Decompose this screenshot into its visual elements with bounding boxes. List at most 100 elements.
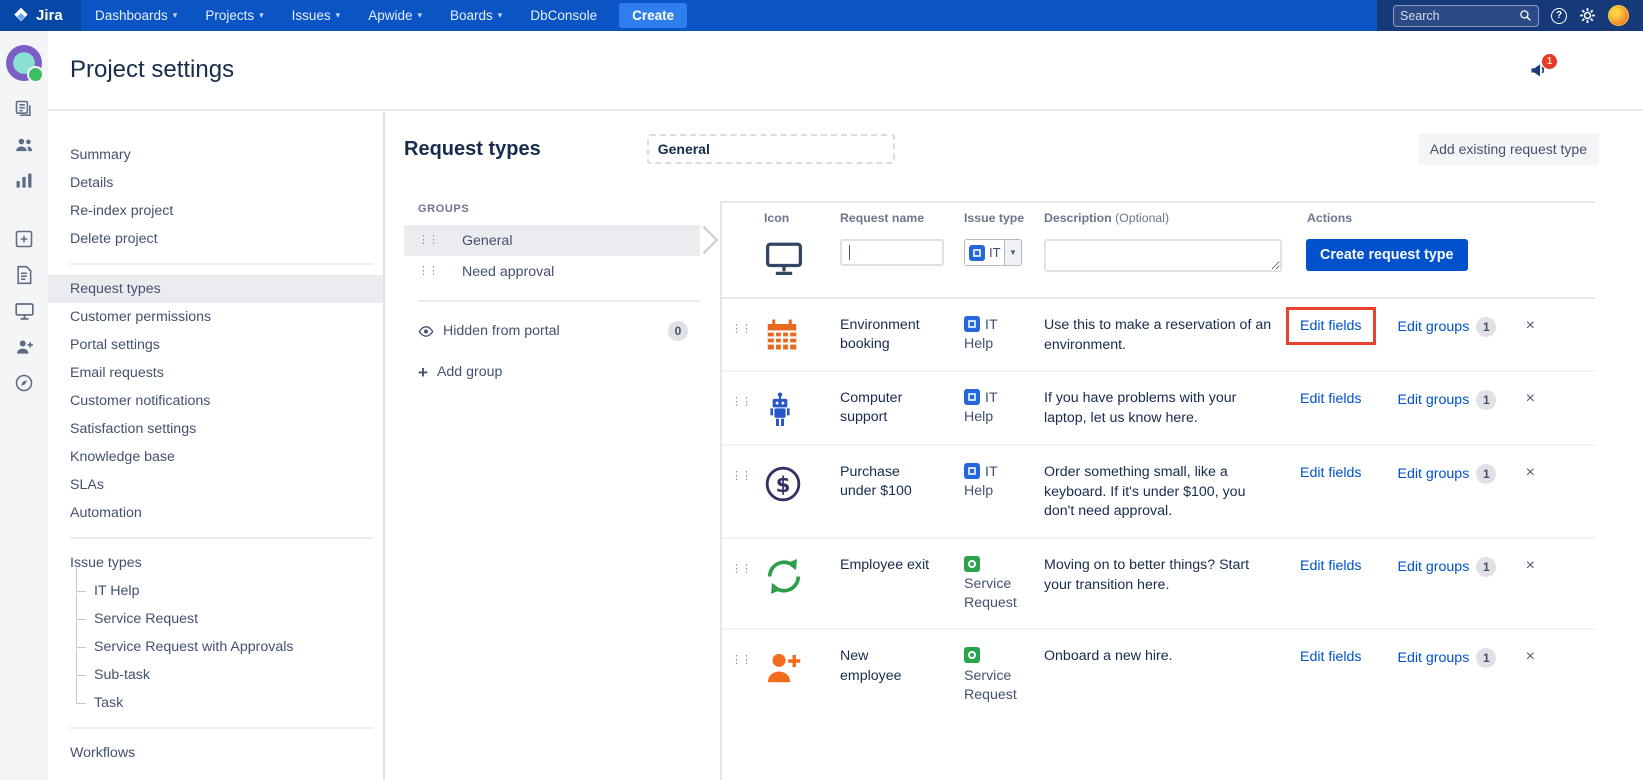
select-caret-button[interactable]: ▼ [1004, 240, 1021, 265]
sidebar-item-satisfaction-settings[interactable]: Satisfaction settings [48, 415, 383, 443]
notification-badge: 1 [1542, 54, 1557, 69]
drag-handle-icon[interactable] [731, 564, 752, 575]
reports-icon[interactable] [14, 171, 34, 191]
remove-request-type-button[interactable]: × [1526, 557, 1535, 574]
request-description: Order something small, like a keyboard. … [1044, 463, 1300, 522]
drag-handle-icon[interactable] [418, 235, 438, 246]
svg-text:$: $ [776, 473, 791, 498]
col-header-issue-type: Issue type [964, 211, 1044, 225]
jira-logo-text: Jira [36, 7, 63, 24]
nav-boards[interactable]: Boards▾ [436, 0, 516, 31]
chevron-down-icon: ▾ [498, 10, 503, 21]
sidebar-item-workflows[interactable]: Workflows [48, 739, 383, 767]
edit-fields-link[interactable]: Edit fields [1300, 465, 1362, 481]
add-group-button[interactable]: Add group [404, 358, 720, 386]
group-item-need-approval[interactable]: Need approval [404, 256, 700, 287]
knowledge-base-icon[interactable] [15, 265, 33, 285]
request-description: Onboard a new hire. [1044, 647, 1300, 667]
edit-groups-link[interactable]: Edit groups [1398, 559, 1470, 575]
gear-icon[interactable] [1579, 7, 1596, 24]
sidebar-item-details[interactable]: Details [48, 169, 383, 197]
sidebar-item-customer-notifications[interactable]: Customer notifications [48, 387, 383, 415]
sidebar-item-summary[interactable]: Summary [48, 141, 383, 169]
remove-request-type-button[interactable]: × [1526, 464, 1535, 481]
search-box[interactable] [1393, 5, 1539, 27]
col-header-icon: Icon [752, 211, 840, 225]
compass-icon[interactable] [14, 373, 34, 393]
groups-count-badge: 1 [1476, 557, 1496, 577]
edit-groups-link[interactable]: Edit groups [1398, 650, 1470, 666]
raise-request-icon[interactable] [14, 229, 34, 249]
invite-team-icon[interactable] [14, 337, 35, 357]
calendar-icon [764, 318, 840, 354]
queues-icon[interactable] [14, 99, 34, 119]
issue-type-select[interactable]: IT Help ▼ [964, 239, 1022, 266]
sidebar-item-task[interactable]: Task [48, 689, 383, 717]
edit-groups-link[interactable]: Edit groups [1398, 466, 1470, 482]
edit-fields-link[interactable]: Edit fields [1300, 649, 1362, 665]
chevron-down-icon: ▾ [417, 10, 422, 21]
drag-handle-icon[interactable] [731, 324, 752, 335]
nav-projects[interactable]: Projects▾ [191, 0, 277, 31]
drag-handle-icon[interactable] [731, 397, 752, 408]
sidebar-item-service-request[interactable]: Service Request [48, 605, 383, 633]
chevron-down-icon: ▾ [259, 10, 264, 21]
sidebar-item-portal-settings[interactable]: Portal settings [48, 331, 383, 359]
remove-request-type-button[interactable]: × [1526, 390, 1535, 407]
drag-handle-icon[interactable] [731, 471, 752, 482]
edit-groups-link[interactable]: Edit groups [1398, 319, 1470, 335]
nav-dashboards[interactable]: Dashboards▾ [81, 0, 191, 31]
issue-type: Service Request [964, 647, 1044, 705]
sidebar-item-delete-project[interactable]: Delete project [48, 225, 383, 253]
user-avatar[interactable] [1608, 5, 1629, 26]
create-request-type-button[interactable]: Create request type [1306, 239, 1468, 271]
issue-type: IT Help [964, 389, 1044, 427]
monitor-request-icon[interactable] [764, 241, 840, 277]
request-name: New employee [840, 647, 964, 685]
edit-fields-link[interactable]: Edit fields [1300, 558, 1362, 574]
drag-handle-icon[interactable] [418, 266, 438, 277]
chevron-down-icon: ▾ [173, 10, 178, 21]
sidebar-item-reindex-project[interactable]: Re-index project [48, 197, 383, 225]
sidebar-item-service-request-with-approvals[interactable]: Service Request with Approvals [48, 633, 383, 661]
top-navbar: Jira Dashboards▾ Projects▾ Issues▾ Apwid… [0, 0, 1643, 31]
remove-request-type-button[interactable]: × [1526, 648, 1535, 665]
customers-icon[interactable] [14, 135, 35, 155]
customer-channels-icon[interactable] [14, 301, 35, 321]
remove-request-type-button[interactable]: × [1526, 317, 1535, 334]
sidebar-item-sub-task[interactable]: Sub-task [48, 661, 383, 689]
group-item-general[interactable]: General [404, 225, 700, 256]
col-header-description: Description (Optional) [1044, 211, 1300, 225]
nav-apwide[interactable]: Apwide▾ [354, 0, 436, 31]
application-window: Jira Dashboards▾ Projects▾ Issues▾ Apwid… [0, 0, 1643, 780]
hidden-from-portal-item[interactable]: Hidden from portal 0 [404, 316, 700, 346]
sidebar-item-email-requests[interactable]: Email requests [48, 359, 383, 387]
request-name-input[interactable] [840, 239, 944, 266]
issue-type: Service Request [964, 556, 1044, 614]
sidebar-item-automation[interactable]: Automation [48, 499, 383, 527]
sidebar-item-customer-permissions[interactable]: Customer permissions [48, 303, 383, 331]
description-textarea[interactable] [1044, 239, 1282, 272]
edit-fields-link[interactable]: Edit fields [1300, 391, 1362, 407]
group-name-input[interactable] [647, 134, 895, 164]
nav-dbconsole[interactable]: DbConsole [516, 0, 611, 31]
nav-issues[interactable]: Issues▾ [278, 0, 355, 31]
edit-groups-link[interactable]: Edit groups [1398, 392, 1470, 408]
add-existing-request-type-button[interactable]: Add existing request type [1418, 133, 1599, 165]
sidebar-divider [70, 263, 373, 265]
request-description: If you have problems with your laptop, l… [1044, 389, 1300, 428]
sidebar-item-issue-types[interactable]: Issue types [48, 549, 383, 577]
sidebar-item-request-types[interactable]: Request types [48, 275, 383, 303]
search-input[interactable] [1400, 9, 1519, 23]
sidebar-item-knowledge-base[interactable]: Knowledge base [48, 443, 383, 471]
project-avatar[interactable] [6, 45, 42, 81]
dollar-icon: $ [764, 465, 840, 503]
sidebar-item-slas[interactable]: SLAs [48, 471, 383, 499]
drag-handle-icon[interactable] [731, 655, 752, 666]
sidebar-item-it-help[interactable]: IT Help [48, 577, 383, 605]
edit-fields-link[interactable]: Edit fields [1300, 318, 1362, 334]
jira-logo[interactable]: Jira [0, 0, 81, 31]
create-button[interactable]: Create [619, 3, 687, 28]
help-icon[interactable] [1551, 8, 1567, 24]
notification-icon[interactable]: 1 [1528, 61, 1548, 79]
